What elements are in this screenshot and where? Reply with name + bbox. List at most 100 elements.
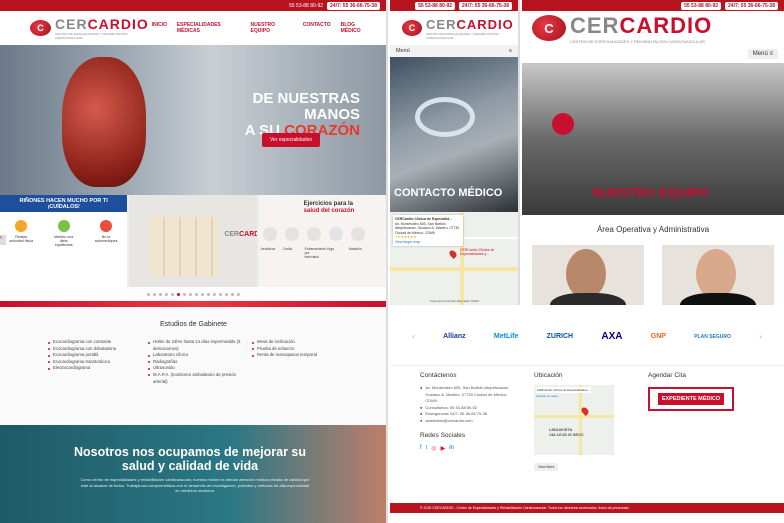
cardio-blocks-card[interactable]: CERCARDIO — [129, 195, 257, 287]
studies-list-1: Ecocardiograma con contraste Ecocardiogr… — [48, 339, 138, 372]
youtube-icon[interactable]: ▶ — [441, 445, 446, 452]
carousel-prev-arrow[interactable]: ‹ — [0, 235, 6, 245]
twitter-icon[interactable]: t — [426, 445, 428, 452]
carousel-dot[interactable] — [224, 292, 228, 296]
carousel-dot[interactable] — [212, 292, 216, 296]
carousel-dot[interactable] — [218, 292, 222, 296]
nav-contacto[interactable]: CONTACTO — [303, 22, 331, 34]
menu-label[interactable]: Menú — [396, 48, 410, 54]
phone-number[interactable]: 55 53-88 80-92 — [681, 1, 722, 10]
mobile-header: C CERCARDIO CENTRO DE ESPECIALIDADES Y R… — [390, 11, 518, 45]
heart-logo-icon: C — [30, 20, 51, 36]
study-item: Prueba de esfuerzo — [252, 346, 342, 353]
contact-title: CONTACTO MÉDICO — [394, 187, 503, 199]
site-logo[interactable]: C CERCARDIO CENTRO DE ESPECIALIDADES Y R… — [30, 16, 152, 40]
contact-column: Contáctenos ● Av. Montevideo 605, San Bar… — [420, 372, 520, 452]
hero-title: DE NUESTRAS MANOS A SU CORAZÓN — [244, 90, 360, 139]
footer-email[interactable]: asistentes@cercardio.com — [425, 418, 472, 425]
yoga-icon — [328, 227, 343, 241]
studies-list-2: Holter de 24hrs hasta 14 días impermeabl… — [148, 339, 248, 385]
exercise-label: Cardio — [282, 247, 293, 251]
carousel-dot[interactable] — [188, 292, 192, 296]
phone-number[interactable]: 55 53-88 80-92 — [415, 1, 456, 10]
plan-seguro-logo: PLAN SEGURO — [694, 333, 731, 340]
social-heading: Redes Sociales — [420, 432, 466, 439]
view-more-button[interactable]: View More — [534, 463, 559, 471]
staff-photo[interactable] — [532, 245, 644, 305]
main-header: C CERCARDIO CENTRO DE ESPECIALIDADES Y R… — [0, 11, 386, 45]
carousel-dot[interactable] — [164, 292, 168, 296]
footer-map-link[interactable]: Ampliar el mapa — [536, 394, 558, 398]
study-item: Mesa de inclinación — [252, 339, 342, 346]
partners-next-arrow[interactable]: › — [759, 332, 762, 341]
carousel-dot[interactable] — [158, 292, 162, 296]
exercise-label: Yoga — [326, 247, 335, 251]
footer-panel: ‹ Allianz MetLife ZURICH AXA GNP PLAN SE… — [390, 308, 784, 523]
location-heading: Ubicación — [534, 372, 563, 379]
area-heading: Área Operativa y Administrativa — [596, 225, 710, 234]
map-info-card: CERCardio Clínica de Especialid... Av. M… — [393, 215, 463, 246]
tip-label: Realiza actividad física — [9, 235, 33, 243]
wooden-blocks-image — [149, 217, 220, 277]
hamburger-icon[interactable]: ≡ — [509, 48, 512, 54]
interval-icon — [306, 227, 321, 241]
partners-prev-arrow[interactable]: ‹ — [412, 332, 415, 341]
carousel-dot[interactable] — [200, 292, 204, 296]
tablet-team-panel: 55 53-88 80-92 24/7: 55 36-66-75-38 C CE… — [522, 0, 784, 305]
nav-inicio[interactable]: INICIO — [152, 22, 167, 34]
carousel-dot[interactable] — [206, 292, 210, 296]
emergency-number[interactable]: 24/7: 55 36-66-75-38 — [327, 1, 380, 10]
team-title: NUESTRO EQUIPO — [592, 185, 710, 200]
tablet-header: C CERCARDIO CENTRO DE ESPECIALIDADES Y R… — [522, 11, 784, 45]
linkedin-icon[interactable]: in — [449, 445, 454, 452]
specialties-button[interactable]: Ver especialidades — [262, 133, 320, 147]
top-contact-bar: 55 53-88 80-92 24/7: 55 36-66-75-38 — [522, 0, 784, 11]
heart-logo-icon: C — [402, 20, 423, 36]
kidney-card-subtitle: ¡CUÍDALOS! — [0, 204, 128, 212]
emergency-number[interactable]: 24/7: 55 36-66-75-38 — [459, 1, 512, 10]
no-pills-icon — [100, 220, 113, 232]
swimming-icon — [350, 227, 365, 241]
nav-blog[interactable]: BLOG MÉDICO — [341, 22, 374, 34]
nav-equipo[interactable]: NUESTRO EQUIPO — [251, 22, 293, 34]
exercise-card[interactable]: Ejercicios para la salud del corazón Aer… — [258, 195, 386, 287]
map-pin-icon[interactable] — [448, 249, 458, 259]
aerobics-icon — [262, 227, 277, 241]
brand-tagline: CENTRO DE ESPECIALIDADES Y REHABILITACIÓ… — [55, 32, 128, 40]
facebook-icon[interactable]: f — [420, 445, 422, 452]
medical-record-button[interactable]: EXPEDIENTE MÉDICO — [648, 387, 734, 411]
staff-photo[interactable] — [662, 245, 774, 305]
carousel-dot[interactable] — [194, 292, 198, 296]
mobile-menu-bar[interactable]: Menú ≡ — [390, 45, 518, 57]
location-icon: ● — [420, 385, 423, 390]
carousel-dot[interactable] — [146, 292, 150, 296]
embedded-map[interactable]: CERCardio Clínica de Especialidades y...… — [390, 212, 518, 305]
instagram-icon[interactable]: ◎ — [431, 445, 436, 452]
carousel-dot[interactable] — [170, 292, 174, 296]
exercise-label: Aeróbicos — [260, 247, 276, 251]
map-place-name: CERCardio Clínica de Especialid... — [395, 217, 453, 221]
kidney-card[interactable]: RIÑONES HACEN MUCHO POR TI ¡CUÍDALOS! Re… — [0, 195, 128, 287]
carousel-dot[interactable] — [182, 292, 186, 296]
location-column: Ubicación CERCardio Clínica de Especiali… — [534, 372, 614, 473]
view-larger-map-link[interactable]: View larger map — [395, 240, 461, 245]
tip-label: No te automediques — [94, 235, 118, 243]
menu-button[interactable]: Menú ≡ — [747, 49, 778, 59]
emergency-number[interactable]: 24/7: 55 36-66-75-38 — [725, 1, 778, 10]
top-contact-bar: 55 53-88 80-92 24/7: 55 36-66-75-38 — [0, 0, 386, 11]
exercise-icon — [15, 220, 28, 232]
hero-banner: DE NUESTRAS MANOS A SU CORAZÓN Ver espec… — [0, 45, 386, 195]
site-logo[interactable]: C CERCARDIO CENTRO DE ESPECIALIDADES Y R… — [402, 17, 518, 40]
promo-carousel: RIÑONES HACEN MUCHO POR TI ¡CUÍDALOS! Re… — [0, 195, 386, 287]
footer-map-place: CERCardio Clínica de Especialidades... — [536, 387, 591, 393]
carousel-dot[interactable] — [230, 292, 234, 296]
site-logo[interactable]: C CERCARDIO CENTRO DE ESPECIALIDADES Y R… — [532, 13, 712, 44]
carousel-dot[interactable] — [152, 292, 156, 296]
study-item: Laboratorio clínico — [148, 352, 248, 359]
carousel-dot[interactable] — [236, 292, 240, 296]
mission-banner: Nosotros nos ocupamos de mejorar su salu… — [0, 425, 386, 523]
footer-map[interactable]: CERCardio Clínica de Especialidades... A… — [534, 385, 614, 455]
nav-especialidades[interactable]: ESPECIALIDADES MÉDICAS — [177, 22, 241, 34]
carousel-dot-active[interactable] — [176, 292, 180, 296]
phone-number[interactable]: 55 53-88 80-92 — [289, 3, 323, 9]
